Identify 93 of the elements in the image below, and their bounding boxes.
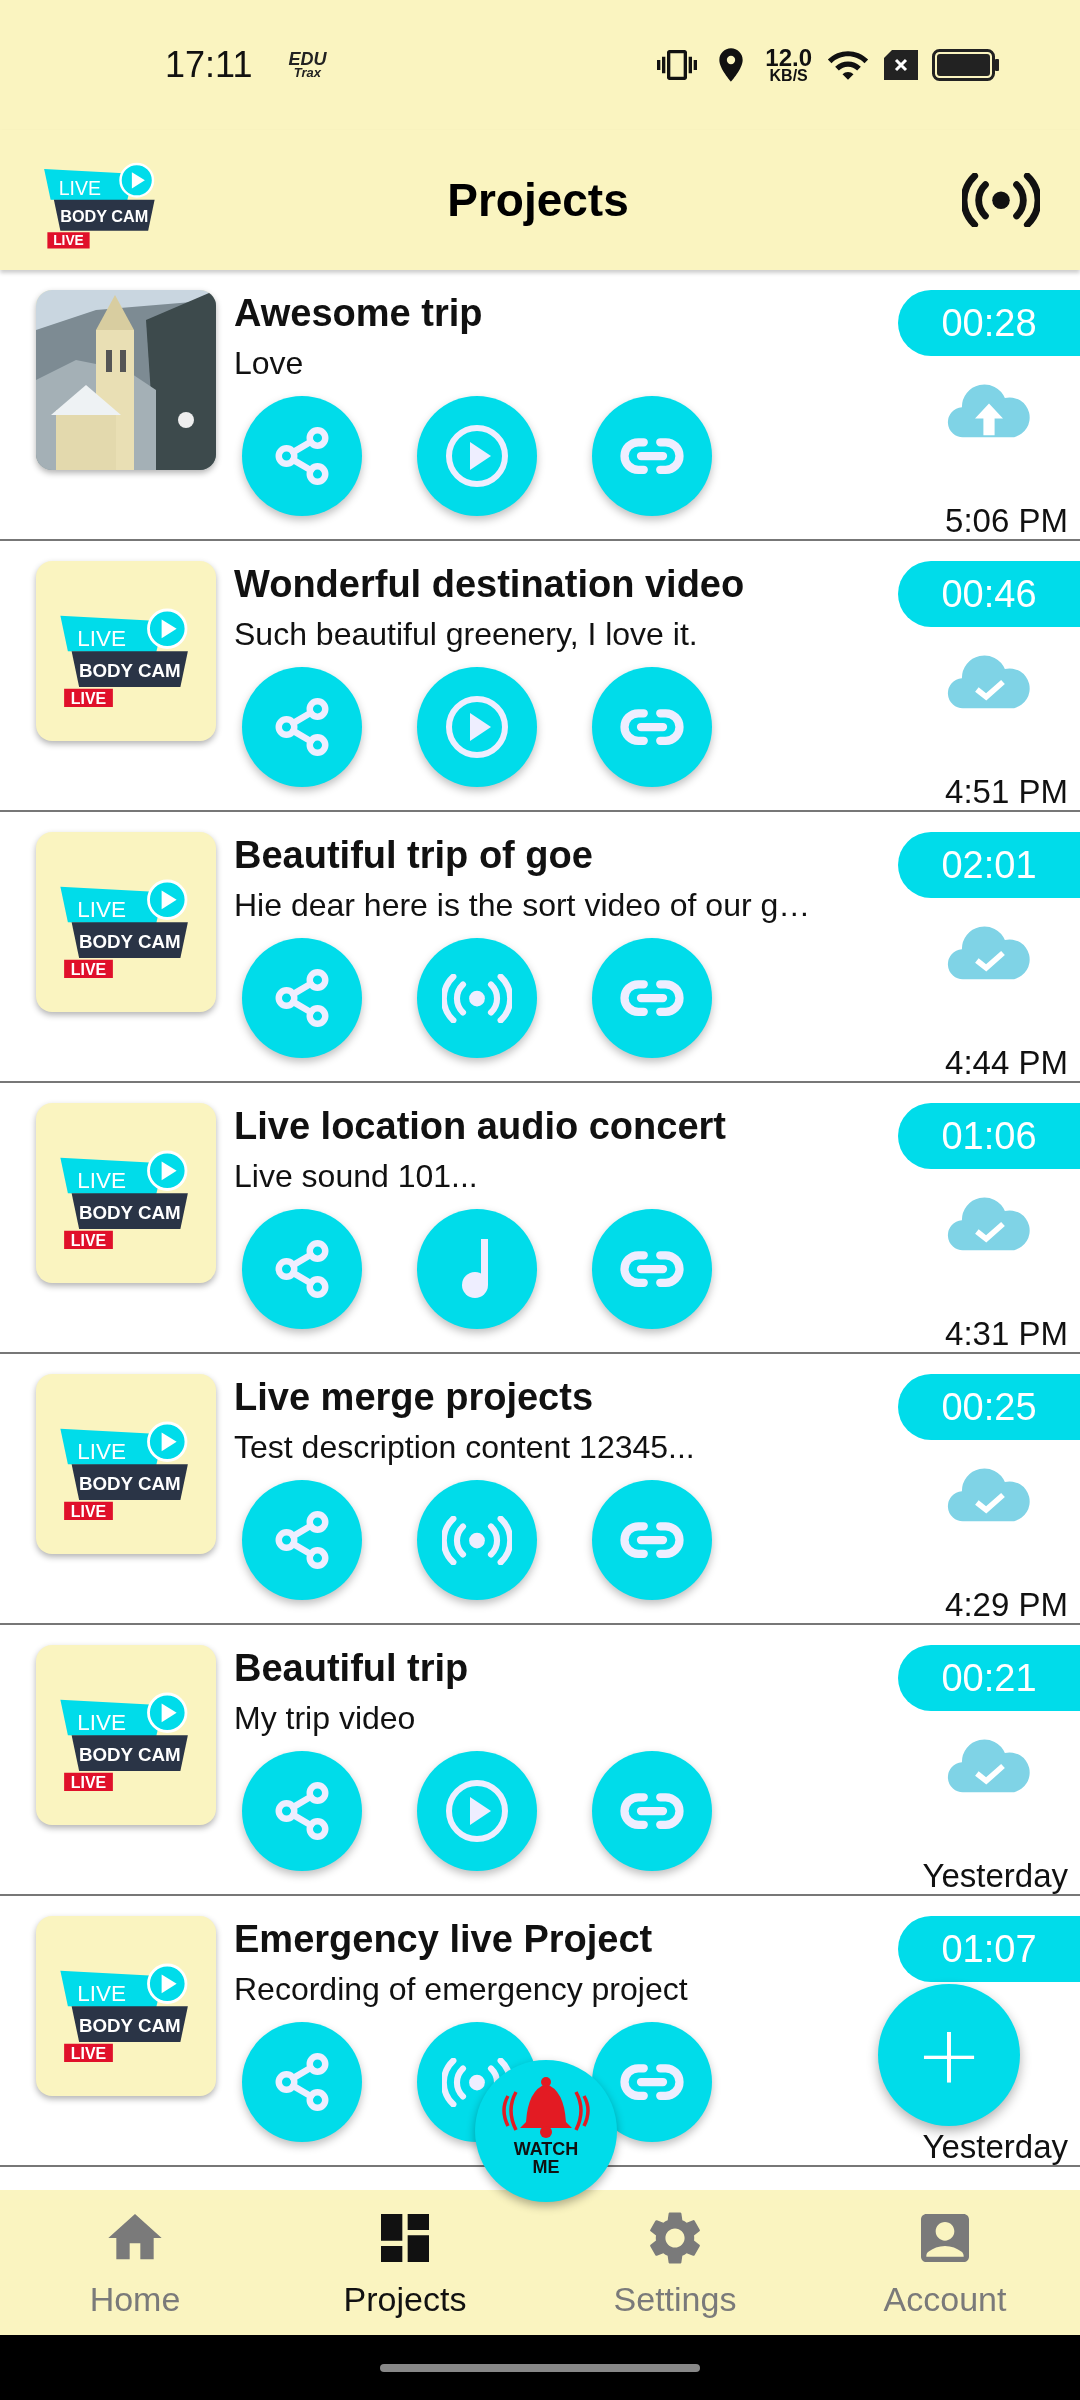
project-row[interactable]: LIVE BODY CAM LIVE Beautiful trip of goe Hie dear here is the sort video of our g… 02:01 4:44 PM — [0, 812, 1080, 1083]
project-time: Yesterday — [922, 1859, 1069, 1894]
logo-text: LIVE — [70, 960, 107, 978]
logo-text: BODY CAM — [78, 2014, 181, 2036]
project-time: 4:29 PM — [945, 1588, 1069, 1623]
project-title: Awesome trip — [234, 292, 484, 335]
logo-text: BODY CAM — [78, 930, 181, 952]
logo-text: LIVE — [70, 1231, 107, 1249]
project-time: 4:31 PM — [945, 1317, 1069, 1352]
share-button[interactable] — [242, 396, 362, 516]
project-row[interactable]: LIVE BODY CAM LIVE Live merge projects Test description content 12345... 00:25 4:29 PM — [0, 1354, 1080, 1625]
project-row[interactable]: LIVE BODY CAM LIVE Beautiful trip My trip video 00:21 Yesterday — [0, 1625, 1080, 1896]
link-button[interactable] — [592, 938, 712, 1058]
nav-tab[interactable]: Home — [0, 2190, 270, 2335]
broadcast-icon — [442, 973, 512, 1023]
clock: 17:11 — [165, 44, 253, 86]
broadcast-icon — [442, 1515, 512, 1565]
project-description: Recording of emergency project — [234, 1971, 689, 2008]
duration-badge: 01:06 — [898, 1103, 1080, 1169]
logo-text: BODY CAM — [78, 1472, 181, 1494]
logo-text: BODY CAM — [60, 206, 149, 225]
logo-text: LIVE — [77, 1438, 126, 1464]
play-icon — [444, 1778, 510, 1844]
cloud-check-icon — [947, 1737, 1031, 1795]
link-button[interactable] — [592, 667, 712, 787]
logo-text: LIVE — [70, 2044, 107, 2062]
project-description: Love — [234, 345, 305, 382]
project-time: Yesterday — [922, 2130, 1069, 2165]
project-title: Wonderful destination video — [234, 563, 746, 606]
project-description: Hie dear here is the sort video of our g… — [234, 887, 812, 924]
logo-text: LIVE — [77, 1709, 126, 1735]
duration-badge: 02:01 — [898, 832, 1080, 898]
sim-error-icon — [884, 50, 918, 80]
page-title: Projects — [447, 173, 629, 227]
project-row[interactable]: LIVE BODY CAM LIVE Wonderful destination video Such beautiful greenery, I love it. 00:46 4:51 PM — [0, 541, 1080, 812]
audio-button[interactable] — [417, 1209, 537, 1329]
duration-badge: 00:25 — [898, 1374, 1080, 1440]
project-title: Beautiful trip of goe — [234, 834, 594, 877]
play-icon — [444, 423, 510, 489]
notification-icon: EDU Trax — [288, 51, 327, 79]
logo-text: LIVE — [70, 1502, 107, 1520]
link-button[interactable] — [592, 1480, 712, 1600]
link-button[interactable] — [592, 1751, 712, 1871]
project-time: 4:51 PM — [945, 775, 1069, 810]
logo-text: BODY CAM — [78, 1201, 181, 1223]
cloud-check-icon — [947, 924, 1031, 982]
logo-text: LIVE — [77, 896, 126, 922]
logo-text: LIVE — [77, 625, 126, 651]
project-time: 5:06 PM — [945, 504, 1069, 539]
play-button[interactable] — [417, 396, 537, 516]
play-icon — [444, 694, 510, 760]
project-row[interactable]: Awesome trip Love 00:28 5:06 PM — [0, 270, 1080, 541]
logo-text: LIVE — [77, 1167, 126, 1193]
share-button[interactable] — [242, 938, 362, 1058]
project-title: Live location audio concert — [234, 1105, 727, 1148]
logo-text: LIVE — [77, 1980, 126, 2006]
cloud-upload-icon — [947, 382, 1031, 440]
duration-badge: 00:21 — [898, 1645, 1080, 1711]
share-button[interactable] — [242, 667, 362, 787]
project-title: Beautiful trip — [234, 1647, 470, 1690]
share-button[interactable] — [242, 1209, 362, 1329]
network-speed: 12.0 KB/S — [765, 47, 812, 83]
logo-text: LIVE — [70, 1773, 107, 1791]
cloud-check-icon — [947, 1195, 1031, 1253]
link-button[interactable] — [592, 1209, 712, 1329]
nav-tab[interactable]: Account — [810, 2190, 1080, 2335]
duration-badge: 01:07 — [898, 1916, 1080, 1982]
cloud-check-icon — [947, 653, 1031, 711]
share-button[interactable] — [242, 1751, 362, 1871]
project-time: 4:44 PM — [945, 1046, 1069, 1081]
project-title: Live merge projects — [234, 1376, 595, 1419]
play-button[interactable] — [417, 1751, 537, 1871]
project-row[interactable]: LIVE BODY CAM LIVE Live location audio concert Live sound 101... 01:06 4:31 PM — [0, 1083, 1080, 1354]
share-button[interactable] — [242, 1480, 362, 1600]
logo-text: LIVE — [53, 232, 84, 249]
cloud-check-icon — [947, 1466, 1031, 1524]
logo-text: LIVE — [58, 177, 101, 200]
project-description: My trip video — [234, 1700, 417, 1737]
duration-badge: 00:28 — [898, 290, 1080, 356]
battery-icon — [932, 49, 1000, 81]
share-button[interactable] — [242, 2022, 362, 2142]
logo-text: LIVE — [70, 689, 107, 707]
logo-text: BODY CAM — [78, 1743, 181, 1765]
project-description: Live sound 101... — [234, 1158, 479, 1195]
play-button[interactable] — [417, 667, 537, 787]
broadcast-icon — [962, 172, 1040, 228]
project-title: Emergency live Project — [234, 1918, 654, 1961]
project-description: Such beautiful greenery, I love it. — [234, 616, 699, 653]
home-indicator[interactable] — [380, 2363, 700, 2372]
link-button[interactable] — [592, 396, 712, 516]
project-description: Test description content 12345... — [234, 1429, 696, 1466]
logo-text: BODY CAM — [78, 659, 181, 681]
duration-badge: 00:46 — [898, 561, 1080, 627]
